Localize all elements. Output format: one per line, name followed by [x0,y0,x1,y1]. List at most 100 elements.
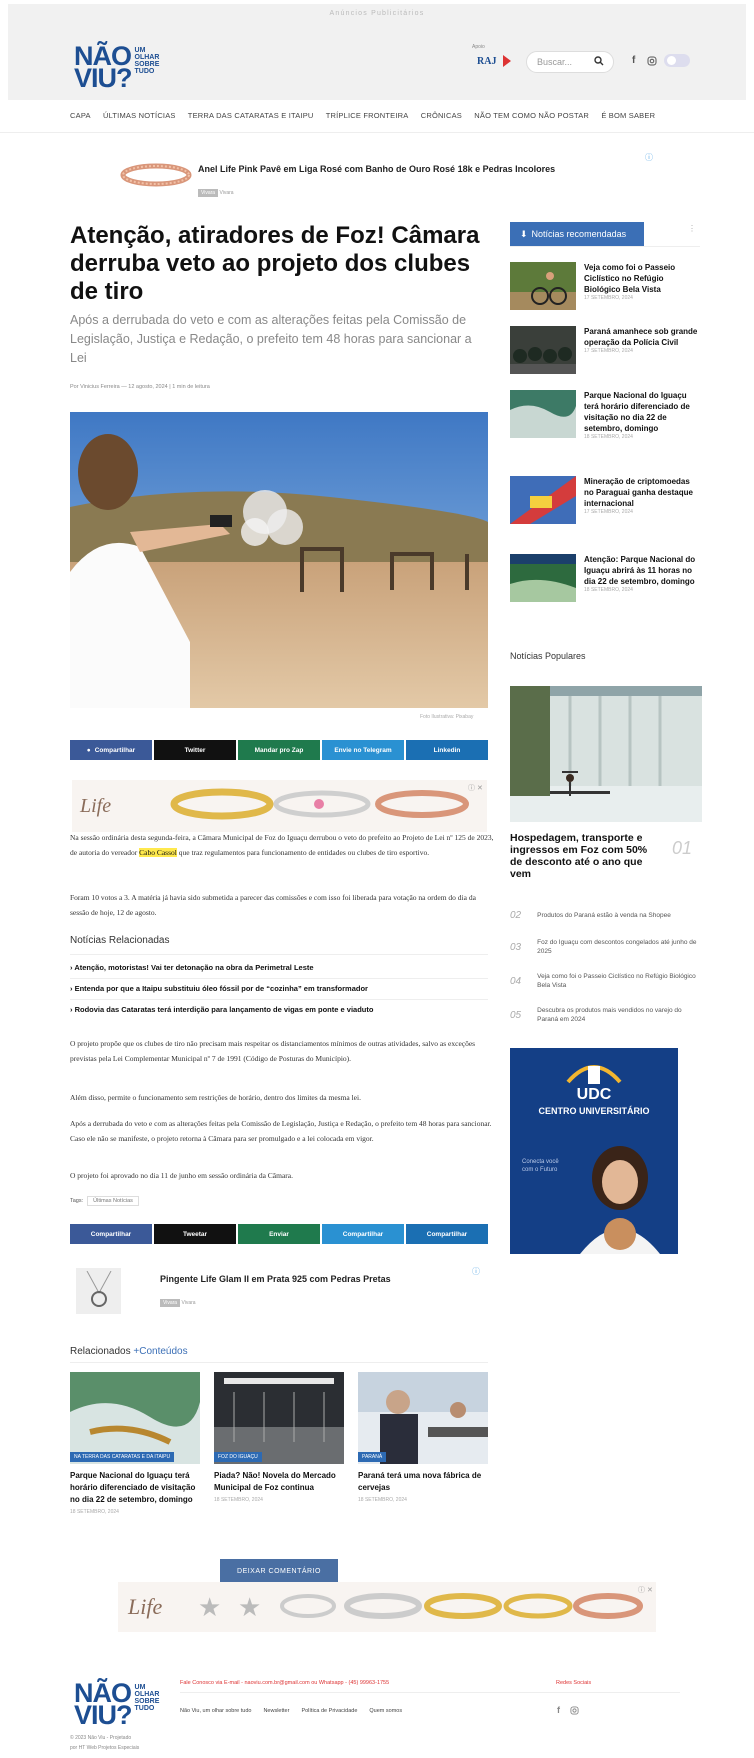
recommended-tab[interactable]: ⬇ Notícias recomendadas [510,222,644,246]
popular-item[interactable]: 03 Foz do Iguaçu com descontos congelado… [510,930,700,964]
ad-tag: Vivara [198,189,219,197]
card-title[interactable]: Parque Nacional do Iguaçu terá horário d… [70,1470,200,1506]
ad-source-name: Vivara [219,190,234,196]
popular-item[interactable]: 05 Descubra os produtos mais vendidos no… [510,998,700,1032]
nav-item-triplice[interactable]: TRÍPLICE FRONTEIRA [326,111,409,120]
site-logo[interactable]: NÃO VIU? UM OLHAR SOBRE TUDO [74,43,160,93]
related-link-3[interactable]: › Rodovia das Cataratas terá interdição … [70,1005,373,1014]
popular-num: 02 [510,909,522,921]
popular-item[interactable]: 04 Veja como foi o Passeio Ciclístico no… [510,964,700,998]
footer-logo[interactable]: NÃO VIU? UM OLHAR SOBRE TUDO [74,1680,159,1729]
twitter-share-button[interactable]: Twitter [154,740,236,760]
nav-item-capa[interactable]: CAPA [70,111,91,120]
pendant-image [76,1268,121,1314]
instagram-icon[interactable] [570,1706,579,1715]
related-card-2[interactable]: FOZ DO IGUAÇU Piada? Não! Novela do Merc… [214,1372,344,1503]
udc-ad[interactable]: UDC CENTRO UNIVERSITÁRIO Conecta você co… [510,1048,678,1254]
theme-toggle-icon[interactable] [664,54,690,67]
more-icon[interactable]: ⋮ [688,224,696,233]
nav-item-bomsaber[interactable]: É BOM SABER [601,111,655,120]
ad-title[interactable]: Anel Life Pink Pavê em Liga Rosé com Ban… [198,164,555,174]
card-title[interactable]: Paraná terá uma nova fábrica de cervejas [358,1470,488,1494]
related-card-3[interactable]: PARANÁ Paraná terá uma nova fábrica de c… [358,1372,488,1503]
sponsor-label: Apoio [472,44,485,50]
facebook-share-button[interactable]: Compartilhar [70,1224,152,1244]
footer-link[interactable]: Política de Privacidade [301,1708,357,1714]
recommended-item[interactable]: Parque Nacional do Iguaçu terá horário d… [510,390,700,470]
ad-source: Vivara Vivara [160,1299,196,1307]
popular-title: Produtos do Paraná estão à venda na Shop… [537,911,671,919]
nav-item-ultimas[interactable]: ÚLTIMAS NOTÍCIAS [103,111,176,120]
footer-link[interactable]: Quem somos [369,1708,402,1714]
divider [70,954,488,955]
logo-small3: SOBRE [134,61,160,68]
ad-banner-bottom[interactable]: Pingente Life Glam II em Prata 925 com P… [76,1266,488,1316]
tag-chip[interactable]: Últimas Notícias [87,1196,139,1206]
telegram-share-button[interactable]: Envie no Telegram [322,740,404,760]
recommended-label: Notícias recomendadas [531,229,627,239]
comment-button[interactable]: DEIXAR COMENTÁRIO [220,1559,338,1583]
recommended-item[interactable]: Atenção: Parque Nacional do Iguaçu abrir… [510,554,700,618]
footer-link[interactable]: Não Viu, um olhar sobre tudo [180,1708,251,1714]
article-paragraph-6: O projeto foi aprovado no dia 11 de junh… [70,1171,293,1180]
facebook-share-button[interactable]: ● Compartilhar [70,740,152,760]
footer-contact[interactable]: Fale Conosco via E-mail - naoviu.com.br@… [180,1680,389,1686]
card-badge[interactable]: PARANÁ [358,1452,387,1462]
nav-item-cronicas[interactable]: CRÔNICAS [421,111,462,120]
svg-text:Life: Life [127,1594,162,1619]
popular-top-image[interactable] [510,686,702,822]
udc-name: UDC [576,1086,612,1103]
popular-heading: Notícias Populares [510,651,586,661]
card-title[interactable]: Piada? Não! Novela do Mercado Municipal … [214,1470,344,1494]
rec-date: 18 SETEMBRO, 2024 [584,587,633,593]
linkedin-share-button[interactable]: Linkedin [406,740,488,760]
whatsapp-share-button[interactable]: Mandar pro Zap [238,740,320,760]
paragraph-text: que traz regulamentos para funcionamento… [176,848,430,857]
related-card-1[interactable]: NA TERRA DAS CATARATAS E DA ITAIPU Parqu… [70,1372,200,1515]
related-heading-a: Relacionados [70,1346,131,1357]
related-link-2[interactable]: › Entenda por que a Itaipu substituiu ól… [70,984,368,993]
info-icon[interactable]: ⓘ [472,1266,480,1277]
ad-banner-top[interactable]: Anel Life Pink Pavê em Liga Rosé com Ban… [120,150,660,206]
popular-num: 03 [510,941,522,953]
whatsapp-share-button[interactable]: Enviar [238,1224,320,1244]
highlighted-name[interactable]: Cabo Cassol [139,848,177,857]
nav-item-terra[interactable]: TERRA DAS CATARATAS E ITAIPU [188,111,314,120]
share-label: Compartilhar [426,1230,468,1238]
divider [70,1362,488,1363]
info-icon[interactable]: ⓘ [645,152,653,163]
related-link-text: Atenção, motoristas! Vai ter detonação n… [74,963,314,972]
popular-top-title[interactable]: Hospedagem, transporte e ingressos em Fo… [510,832,658,880]
article-subtitle: Após a derrubada do veto e com as altera… [70,313,472,365]
sponsor-logo[interactable]: RAJ [477,56,496,67]
article-paragraph-3: O projeto propõe que os clubes de tiro n… [70,1039,476,1063]
facebook-icon[interactable]: f [557,1705,560,1715]
card-badge[interactable]: FOZ DO IGUAÇU [214,1452,262,1462]
ad-title[interactable]: Pingente Life Glam II em Prata 925 com P… [160,1274,391,1284]
copyright-2[interactable]: por HT Web Projetos Especiais [70,1745,139,1751]
linkedin-share-button[interactable]: Compartilhar [406,1224,488,1244]
recommended-item[interactable]: Paraná amanhece sob grande operação da P… [510,326,700,390]
recommended-item[interactable]: Mineração de criptomoedas no Paraguai ga… [510,476,700,548]
facebook-icon[interactable]: f [632,55,635,66]
nav-item-naotem[interactable]: NÃO TEM COMO NÃO POSTAR [474,111,589,120]
logo-small1: UM [134,47,146,54]
logo-line2: VIU? [74,63,133,93]
card-badge[interactable]: NA TERRA DAS CATARATAS E DA ITAIPU [70,1452,175,1462]
twitter-share-button[interactable]: Tweetar [154,1224,236,1244]
main-nav: CAPA ÚLTIMAS NOTÍCIAS TERRA DAS CATARATA… [70,111,665,120]
telegram-share-button[interactable]: Compartilhar [322,1224,404,1244]
divider [180,1692,680,1693]
ad-banner-footer[interactable]: Life ★ ★ ⓘ ✕ [118,1582,656,1632]
ad-banner-mid[interactable]: Life ⓘ ✕ [72,780,487,832]
related-heading-b[interactable]: +Conteúdos [133,1346,187,1357]
search-placeholder: Buscar... [537,57,573,67]
ring-image [120,162,192,188]
popular-item[interactable]: 02 Produtos do Paraná estão à venda na S… [510,900,700,930]
related-link-1[interactable]: › Atenção, motoristas! Vai ter detonação… [70,963,314,972]
search-icon[interactable] [594,56,604,66]
instagram-icon[interactable] [647,56,657,66]
footer-link[interactable]: Newsletter [263,1708,289,1714]
recommended-item[interactable]: Veja como foi o Passeio Ciclístico no Re… [510,262,700,318]
thumb [510,554,576,602]
